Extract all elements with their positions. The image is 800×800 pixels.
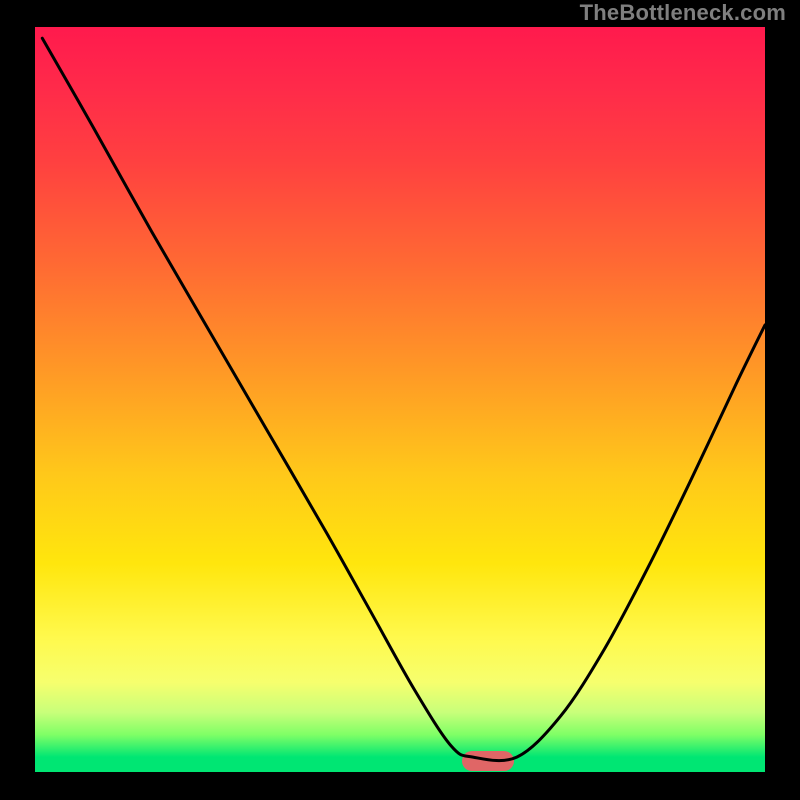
plot-area xyxy=(35,27,765,772)
bottleneck-curve xyxy=(35,27,765,772)
chart-frame: TheBottleneck.com xyxy=(0,0,800,800)
watermark-label: TheBottleneck.com xyxy=(580,0,786,26)
